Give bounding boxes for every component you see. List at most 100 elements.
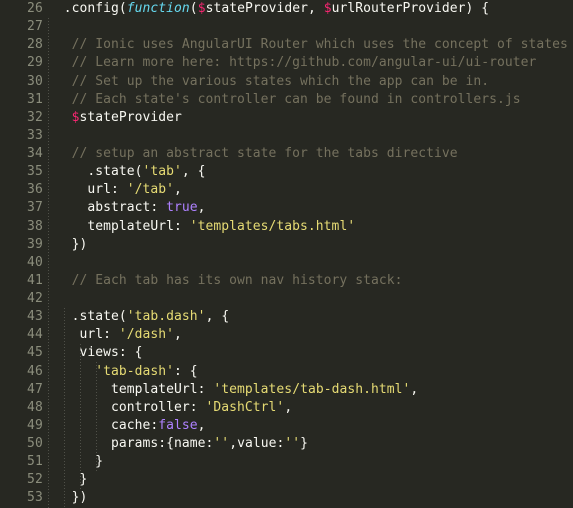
token-keyword: $ xyxy=(197,1,206,16)
line-content[interactable]: cache:false, xyxy=(48,417,206,435)
code-line[interactable]: 26 .config(function($stateProvider, $url… xyxy=(0,0,573,18)
line-content[interactable]: }) xyxy=(48,489,88,507)
line-number: 43 xyxy=(26,309,43,325)
code-line[interactable]: 29 // Learn more here: https://github.co… xyxy=(0,54,573,72)
code-line[interactable]: 36 url: '/tab', xyxy=(0,181,573,199)
token-plain: , { xyxy=(181,164,206,180)
code-line[interactable]: 27 xyxy=(0,18,573,36)
code-line[interactable]: 45 views: { xyxy=(0,344,573,362)
line-number: 34 xyxy=(26,146,43,161)
line-number: 27 xyxy=(26,19,43,35)
code-line[interactable]: 52 } xyxy=(0,471,573,489)
line-number: 40 xyxy=(26,254,43,270)
code-line[interactable]: 48 controller: 'DashCtrl', xyxy=(0,399,573,417)
token-plain: stateProvider, xyxy=(205,1,324,16)
token-comment: // Set up the various states which the a… xyxy=(48,73,490,89)
line-content[interactable]: templateUrl: 'templates/tabs.html' xyxy=(48,218,355,236)
code-line[interactable]: 44 url: '/dash', xyxy=(0,326,573,344)
token-comment: // Ionic uses AngularUI Router which use… xyxy=(48,37,568,53)
code-line[interactable]: 50 params:{name:'',value:''} xyxy=(0,435,573,453)
line-content[interactable]: }) xyxy=(48,236,88,254)
token-string: '/dash' xyxy=(118,327,175,343)
line-content[interactable]: // Each state's controller can be found … xyxy=(48,91,521,109)
token-plain: , xyxy=(410,381,419,397)
code-line[interactable]: 53 }) xyxy=(0,489,573,507)
token-plain: abstract: xyxy=(48,200,167,216)
token-keyword: $ xyxy=(323,1,332,16)
token-plain: ( xyxy=(189,1,198,16)
token-plain: , xyxy=(174,327,182,343)
code-line[interactable]: 42 xyxy=(0,290,573,308)
code-line[interactable]: 35 .state('tab', { xyxy=(0,163,573,181)
code-line[interactable]: 34 // setup an abstract state for the ta… xyxy=(0,145,573,163)
code-line[interactable]: 33 xyxy=(0,127,573,145)
line-content[interactable]: .config(function($stateProvider, $urlRou… xyxy=(48,0,489,18)
token-plain: } xyxy=(300,436,308,451)
code-line[interactable]: 41 // Each tab has its own nav history s… xyxy=(0,272,573,290)
token-const: false xyxy=(158,417,198,433)
token-plain: .state( xyxy=(48,309,127,325)
line-number: 42 xyxy=(26,291,43,306)
code-line[interactable]: 39 }) xyxy=(0,236,573,254)
line-content[interactable]: // Learn more here: https://github.com/a… xyxy=(48,54,537,72)
token-const: true xyxy=(166,200,198,216)
code-line[interactable]: 51 } xyxy=(0,453,573,471)
line-content[interactable]: .state('tab.dash', { xyxy=(48,308,230,326)
code-line[interactable]: 37 abstract: true, xyxy=(0,199,573,217)
line-content[interactable]: templateUrl: 'templates/tab-dash.html', xyxy=(48,381,418,399)
code-line[interactable]: 30 // Set up the various states which th… xyxy=(0,73,573,91)
token-comment: // Each state's controller can be found … xyxy=(48,91,521,107)
line-content[interactable]: } xyxy=(48,453,103,471)
line-number: 37 xyxy=(26,200,43,216)
line-number: 52 xyxy=(26,472,43,488)
line-content[interactable]: // Set up the various states which the a… xyxy=(48,73,489,91)
token-plain: urlRouterProvider) { xyxy=(331,1,490,16)
token-plain: .config( xyxy=(48,1,127,16)
token-plain: }) xyxy=(48,236,88,252)
code-line[interactable]: 40 xyxy=(0,254,573,272)
token-plain: }) xyxy=(48,490,88,506)
code-line[interactable]: 47 templateUrl: 'templates/tab-dash.html… xyxy=(0,381,573,399)
line-number: 33 xyxy=(26,127,43,143)
code-line[interactable]: 32 $stateProvider xyxy=(0,109,573,127)
code-line[interactable]: 43 .state('tab.dash', { xyxy=(0,308,573,326)
line-content[interactable]: .state('tab', { xyxy=(48,163,206,181)
code-line[interactable]: 31 // Each state's controller can be fou… xyxy=(0,91,573,109)
line-number: 46 xyxy=(26,363,43,379)
line-content[interactable]: params:{name:'',value:''} xyxy=(48,435,308,453)
line-number: 30 xyxy=(26,73,43,89)
code-line[interactable]: 49 cache:false, xyxy=(0,417,573,435)
token-keyword: $ xyxy=(71,109,80,125)
line-content[interactable]: abstract: true, xyxy=(48,199,206,217)
line-content[interactable]: controller: 'DashCtrl', xyxy=(48,399,292,417)
token-string: '' xyxy=(284,436,301,451)
line-content[interactable]: url: '/tab', xyxy=(48,181,182,199)
code-lines-container[interactable]: 26 .config(function($stateProvider, $url… xyxy=(0,0,573,508)
token-string: 'DashCtrl' xyxy=(205,399,285,415)
token-plain: } xyxy=(48,472,88,488)
line-content[interactable]: views: { xyxy=(48,344,143,362)
token-plain: } xyxy=(48,454,104,470)
code-line[interactable]: 46 'tab-dash': { xyxy=(0,363,573,381)
line-content[interactable]: // Each tab has its own nav history stac… xyxy=(48,272,403,290)
line-number: 31 xyxy=(26,91,43,107)
line-content[interactable]: $stateProvider xyxy=(48,109,182,127)
token-plain: .state( xyxy=(48,164,143,180)
token-plain: ,value: xyxy=(229,436,285,451)
code-editor[interactable]: 26 .config(function($stateProvider, $url… xyxy=(0,0,573,508)
token-plain: , { xyxy=(205,309,230,325)
line-number: 48 xyxy=(26,399,43,415)
token-string: 'tab-dash' xyxy=(95,363,175,379)
line-content[interactable]: url: '/dash', xyxy=(48,326,182,344)
line-content[interactable]: // Ionic uses AngularUI Router which use… xyxy=(48,36,568,54)
line-content[interactable]: // setup an abstract state for the tabs … xyxy=(48,145,458,163)
token-string: 'tab' xyxy=(142,164,182,180)
line-content[interactable]: 'tab-dash': { xyxy=(48,363,198,381)
line-number: 32 xyxy=(26,109,43,125)
line-number: 28 xyxy=(26,37,43,53)
line-number: 47 xyxy=(26,381,43,397)
code-line[interactable]: 38 templateUrl: 'templates/tabs.html' xyxy=(0,218,573,236)
line-content[interactable]: } xyxy=(48,471,88,489)
code-line[interactable]: 28 // Ionic uses AngularUI Router which … xyxy=(0,36,573,54)
